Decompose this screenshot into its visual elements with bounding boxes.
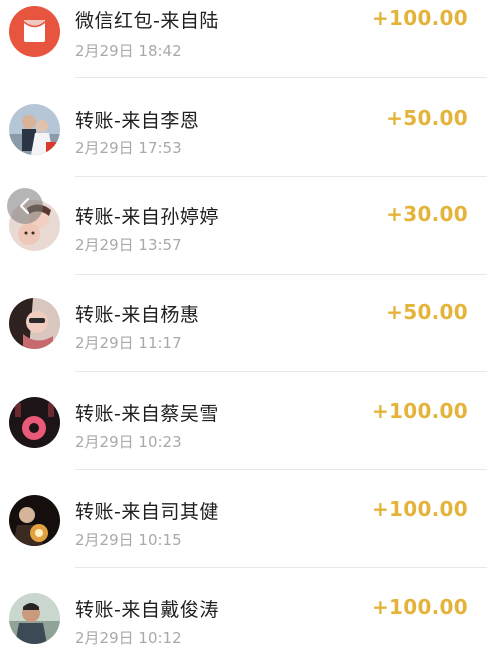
user-avatar [9,104,60,155]
transaction-time: 2月29日 10:12 [75,629,182,647]
transaction-amount: +50.00 [386,300,468,324]
transaction-row[interactable]: 转账-来自蔡吴雪 2月29日 10:23 +100.00 [0,371,487,470]
transaction-title: 转账-来自戴俊涛 [75,599,219,621]
user-avatar [9,593,60,644]
transaction-title: 转账-来自司其健 [75,501,219,523]
transaction-row[interactable]: 转账-来自李恩 2月29日 17:53 +50.00 [0,78,487,177]
transaction-amount: +50.00 [386,106,468,130]
transaction-amount: +30.00 [386,202,468,226]
transaction-row[interactable]: 转账-来自司其健 2月29日 10:15 +100.00 [0,469,487,568]
transaction-title: 转账-来自孙婷婷 [75,206,219,228]
transaction-time: 2月29日 10:23 [75,433,182,451]
transaction-time: 2月29日 13:57 [75,236,182,254]
transaction-amount: +100.00 [371,6,468,30]
transaction-amount: +100.00 [371,497,468,521]
transaction-title: 转账-来自杨惠 [75,304,200,326]
transaction-title: 转账-来自李恩 [75,110,200,132]
transaction-row[interactable]: 转账-来自孙婷婷 2月29日 13:57 +30.00 [0,176,487,275]
transaction-time: 2月29日 11:17 [75,334,182,352]
transaction-time: 2月29日 17:53 [75,139,182,157]
user-avatar [9,397,60,448]
transaction-amount: +100.00 [371,595,468,619]
transaction-row[interactable]: 转账-来自戴俊涛 2月29日 10:12 +100.00 [0,567,487,665]
user-avatar [9,495,60,546]
transaction-time: 2月29日 18:42 [75,42,182,60]
transaction-title: 微信红包-来自陆 [75,10,219,32]
user-avatar [9,298,60,349]
transaction-title: 转账-来自蔡吴雪 [75,403,219,425]
chevron-left-icon[interactable] [7,188,43,224]
transaction-row[interactable]: 转账-来自杨惠 2月29日 11:17 +50.00 [0,274,487,372]
transaction-amount: +100.00 [371,399,468,423]
transaction-time: 2月29日 10:15 [75,531,182,549]
red-packet-icon [9,6,60,57]
